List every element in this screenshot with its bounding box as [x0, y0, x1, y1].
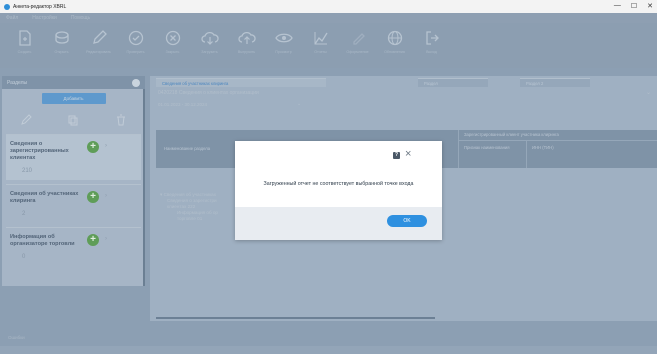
section-count: 2	[22, 211, 26, 217]
section-item-registered-clients[interactable]: Сведения о зарегистрированных клиентах 2…	[6, 134, 141, 180]
section-tree: ▾ Сведения об участниках Сведения о заре…	[160, 192, 218, 222]
check-button[interactable]: Проверить	[119, 29, 152, 63]
chart-icon	[312, 29, 330, 47]
delete-section-icon[interactable]	[113, 112, 129, 128]
close-doc-button[interactable]: Закрыть	[156, 29, 189, 63]
errors-panel-label: Ошибки	[8, 335, 25, 340]
window-title: Анкета-редактор XBRL	[13, 3, 67, 10]
toolbar: Создать Открыть Редактировать Проверить …	[0, 23, 657, 68]
section-name: Сведения об участниках клиринга	[10, 191, 79, 204]
status-bar	[0, 346, 657, 354]
period-select[interactable]: 01.01.2023 - 30.12.2024 ⌄	[150, 98, 657, 110]
paint-icon	[349, 29, 367, 47]
tab-clearing-participants[interactable]: Сведения об участниках клиринга	[156, 78, 326, 87]
report-context: 0420218 Сведения о клиентах организации …	[158, 89, 651, 97]
panel-tools	[2, 112, 145, 130]
app-icon	[4, 3, 10, 10]
menu-bar: Файл Настройки Помощь	[0, 13, 657, 23]
pencil-icon	[90, 29, 108, 47]
horizontal-scrollbar[interactable]	[156, 317, 435, 319]
column-header-section-name[interactable]: Наименование раздела	[164, 146, 210, 152]
tab-section[interactable]: Раздел	[418, 78, 488, 87]
reports-button[interactable]: Отчеты	[304, 29, 337, 63]
open-button[interactable]: Открыть	[45, 29, 78, 63]
export-button[interactable]: Выгрузить	[230, 29, 263, 63]
chevron-down-icon[interactable]: ⌄	[646, 89, 651, 96]
cloud-upload-icon	[237, 29, 256, 47]
edit-button[interactable]: Редактировать	[82, 29, 115, 63]
section-name: Информация об организаторе торговли	[10, 234, 75, 247]
updates-button[interactable]: Обновления	[378, 29, 411, 63]
maximize-button[interactable]: ☐	[631, 2, 637, 10]
minimize-button[interactable]: —	[614, 2, 621, 10]
tree-item[interactable]: торговле 01	[160, 216, 218, 222]
chevron-right-icon[interactable]: ›	[105, 193, 107, 199]
dialog-body: ? × Загруженный отчет не соответствует в…	[235, 141, 442, 207]
section-count: 0	[22, 254, 26, 260]
close-window-button[interactable]: ✕	[647, 2, 653, 10]
cloud-download-icon	[200, 29, 219, 47]
copy-section-icon[interactable]	[65, 112, 81, 128]
tab-bar: Сведения об участниках клиринга Раздел Р…	[150, 76, 657, 87]
edit-section-icon[interactable]	[18, 112, 34, 128]
sections-panel-header: Разделы	[2, 76, 145, 89]
globe-icon	[386, 29, 404, 47]
section-item-clearing-participants[interactable]: Сведения об участниках клиринга 2 + ›	[6, 184, 141, 223]
add-record-button[interactable]: +	[87, 141, 99, 153]
error-dialog: ? × Загруженный отчет не соответствует в…	[235, 141, 442, 240]
column-header-inn[interactable]: ИНН (ТИН)	[532, 145, 554, 151]
database-icon	[53, 29, 71, 47]
section-count: 210	[22, 168, 33, 174]
ok-button[interactable]: OK	[387, 215, 427, 227]
window-titlebar: Анкета-редактор XBRL — ☐ ✕	[0, 0, 657, 13]
close-icon[interactable]: ×	[405, 149, 411, 160]
eye-icon	[274, 29, 293, 47]
column-header-group: Зарегистрированный клиент участника клир…	[464, 132, 559, 137]
import-button[interactable]: Загрузить	[193, 29, 226, 63]
window-controls: — ☐ ✕	[614, 2, 653, 10]
document-icon	[16, 29, 34, 47]
sections-panel: Разделы Добавить Сведения о зарегистриро…	[2, 76, 145, 286]
format-button[interactable]: Оформление	[341, 29, 374, 63]
column-header-name-sign[interactable]: Признак наименования	[464, 145, 514, 151]
add-record-button[interactable]: +	[87, 191, 99, 203]
tab-section-2[interactable]: Раздел 2	[520, 78, 590, 87]
panel-scrollbar[interactable]	[143, 89, 145, 286]
section-name: Сведения о зарегистрированных клиентах	[10, 141, 69, 161]
menu-help[interactable]: Помощь	[71, 15, 90, 21]
menu-file[interactable]: Файл	[6, 15, 18, 21]
section-item-trade-organizer[interactable]: Информация об организаторе торговли 0 + …	[6, 227, 141, 266]
chevron-right-icon[interactable]: ›	[105, 236, 107, 242]
dialog-footer: OK	[235, 207, 442, 240]
dialog-message: Загруженный отчет не соответствует выбра…	[263, 181, 414, 187]
chevron-down-icon: ⌄	[297, 101, 302, 107]
add-section-button[interactable]: Добавить	[41, 93, 106, 104]
exit-button[interactable]: Выход	[415, 29, 448, 63]
preview-button[interactable]: Просмотр	[267, 29, 300, 63]
chevron-right-icon[interactable]: ›	[105, 143, 107, 149]
check-circle-icon	[127, 29, 145, 47]
exit-icon	[423, 29, 441, 47]
add-record-button[interactable]: +	[87, 234, 99, 246]
menu-settings[interactable]: Настройки	[32, 15, 57, 21]
gear-icon[interactable]	[132, 78, 140, 87]
help-icon[interactable]: ?	[393, 152, 400, 159]
x-circle-icon	[164, 29, 182, 47]
create-button[interactable]: Создать	[8, 29, 41, 63]
